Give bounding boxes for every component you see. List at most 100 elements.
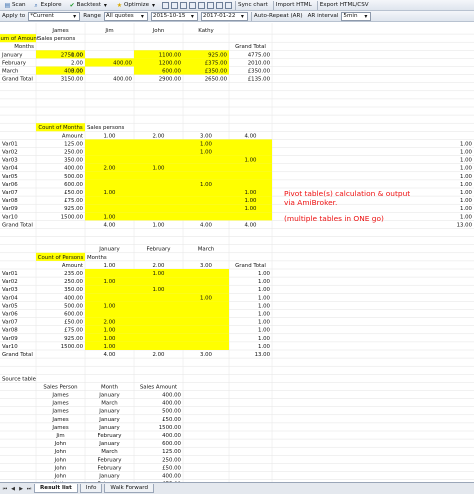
grid-cell[interactable]: 1.00 (152, 222, 165, 228)
grid-cell[interactable]: January (1, 52, 23, 58)
grid-cell[interactable]: February (2, 60, 27, 66)
copy-icon[interactable] (216, 1, 224, 9)
grid-cell[interactable]: Grand Total (235, 44, 266, 50)
grid-cell[interactable]: John (54, 465, 67, 471)
grid-cell[interactable]: £50.00 (162, 417, 181, 423)
grid-cell[interactable]: 3.00 (200, 133, 213, 139)
grid-cell[interactable]: 925.00 (64, 336, 83, 342)
grid-cell[interactable]: Var07 (2, 320, 18, 326)
grid-cell[interactable]: 1.00 (460, 166, 473, 172)
grid-cell[interactable]: Sales persons (38, 36, 76, 42)
grid-cell[interactable]: £75.00 (64, 198, 83, 204)
grid-cell[interactable]: 500.00 (64, 174, 83, 180)
grid-cell[interactable]: 4.00 (200, 222, 213, 228)
grid-cell[interactable]: 1.00 (460, 174, 473, 180)
grid-cell[interactable]: 125.00 (64, 141, 83, 147)
grid-cell[interactable]: £375.00 (205, 60, 228, 66)
grid-cell[interactable]: Var04 (2, 166, 18, 172)
grid-cell[interactable]: Var10 (2, 214, 18, 220)
print-icon[interactable] (225, 1, 233, 9)
grid-cell[interactable]: 1.00 (244, 158, 257, 164)
grid-cell[interactable]: £350.00 (248, 69, 271, 75)
grid-cell[interactable]: January (98, 425, 120, 431)
chart-icon[interactable] (180, 1, 188, 9)
prev-tab-icon[interactable]: ◀ (10, 486, 16, 492)
grid-cell[interactable]: February (98, 433, 123, 439)
grid-cell[interactable]: Count of Months (38, 125, 83, 131)
grid-cell[interactable]: 1.00 (258, 303, 271, 309)
sync-chart-button[interactable]: Sync chart (235, 0, 270, 10)
grid-cell[interactable]: 500.00 (162, 409, 181, 415)
grid-cell[interactable]: 1.00 (460, 182, 473, 188)
grid-cell[interactable]: James (51, 28, 68, 34)
grid-cell[interactable]: Var05 (2, 174, 18, 180)
grid-cell[interactable]: James (51, 409, 68, 415)
grid-cell[interactable]: 2900.00 (159, 77, 182, 83)
to-date-field[interactable]: 2017-01-22 ▾ (200, 11, 248, 21)
grid-cell[interactable]: 2650.00 (205, 77, 228, 83)
grid-cell[interactable]: 1.00 (103, 133, 116, 139)
grid-cell[interactable]: 1.00 (103, 214, 116, 220)
grid-cell[interactable]: £50.00 (64, 190, 83, 196)
grid-cell[interactable]: February (98, 457, 123, 463)
grid-cell[interactable]: 1.00 (244, 206, 257, 212)
grid-cell[interactable]: February (147, 247, 172, 253)
grid-cell[interactable]: 250.00 (162, 457, 181, 463)
grid-cell[interactable]: 1.00 (258, 271, 271, 277)
grid-cell[interactable]: 3.00 (71, 69, 84, 75)
grid-cell[interactable]: James (51, 401, 68, 407)
grid-cell[interactable]: 1.00 (258, 287, 271, 293)
grid-cell[interactable]: Grand Total (235, 263, 266, 269)
report-icon[interactable] (162, 1, 170, 9)
grid-cell[interactable]: Var08 (2, 198, 18, 204)
grid-cell[interactable]: Var05 (2, 303, 18, 309)
tab-walk-forward[interactable]: Walk Forward (104, 484, 155, 493)
grid-cell[interactable]: 1.00 (460, 158, 473, 164)
grid-cell[interactable]: 13.00 (457, 222, 473, 228)
grid-cell[interactable]: 1.00 (200, 295, 213, 301)
grid-cell[interactable]: January (98, 441, 120, 447)
grid-cell[interactable]: Sales Person (43, 384, 77, 390)
grid-cell[interactable]: Var02 (2, 279, 18, 285)
save-icon[interactable] (207, 1, 215, 9)
grid-cell[interactable]: 1.00 (152, 287, 165, 293)
grid-cell[interactable]: Var09 (2, 206, 18, 212)
grid-cell[interactable]: £350.00 (205, 69, 228, 75)
grid-cell[interactable]: 2.00 (71, 60, 84, 66)
grid-cell[interactable]: Grand Total (2, 352, 33, 358)
grid-cell[interactable]: Source table (2, 376, 37, 382)
grid-cell[interactable]: January (98, 417, 120, 423)
grid-cell[interactable]: John (54, 474, 67, 480)
export-html-csv-button[interactable]: Export HTML/CSV (316, 0, 371, 10)
grid-cell[interactable]: 1.00 (200, 141, 213, 147)
grid-cell[interactable]: Var08 (2, 328, 18, 334)
grid-cell[interactable]: 4.00 (244, 222, 257, 228)
grid-cell[interactable]: James (51, 393, 68, 399)
grid-cell[interactable]: 2.00 (152, 263, 165, 269)
apply-to-select[interactable]: *Current ▾ (28, 11, 81, 21)
auto-repeat-button[interactable]: Auto-Repeat (AR) (250, 11, 305, 21)
grid-cell[interactable]: January (98, 247, 120, 253)
grid-cell[interactable]: 1.00 (258, 320, 271, 326)
grid-cell[interactable]: 1.00 (244, 198, 257, 204)
grid-cell[interactable]: January (98, 393, 120, 399)
grid-cell[interactable]: James (51, 425, 68, 431)
grid-cell[interactable]: 1.00 (460, 198, 473, 204)
grid-cell[interactable]: 500.00 (64, 303, 83, 309)
grid-cell[interactable]: Kathy (198, 28, 214, 34)
grid-cell[interactable]: 2.00 (103, 320, 116, 326)
grid-cell[interactable]: 1.00 (103, 336, 116, 342)
backtest-button[interactable]: ✔ Backtest ▾ (67, 1, 111, 10)
grid-cell[interactable]: 1.00 (258, 336, 271, 342)
grid-cell[interactable]: 235.00 (64, 271, 83, 277)
grid-cell[interactable]: 600.00 (162, 441, 181, 447)
settings-icon[interactable] (171, 1, 179, 9)
grid-cell[interactable]: Var04 (2, 295, 18, 301)
grid-cell[interactable]: 3.00 (200, 263, 213, 269)
next-tab-icon[interactable]: ▶ (18, 486, 24, 492)
tab-result-list[interactable]: Result list (34, 484, 78, 493)
grid-cell[interactable]: 400.00 (162, 393, 181, 399)
grid-cell[interactable]: Grand Total (2, 222, 33, 228)
grid-cell[interactable]: Var06 (2, 312, 18, 318)
grid-cell[interactable]: 2.00 (152, 352, 165, 358)
